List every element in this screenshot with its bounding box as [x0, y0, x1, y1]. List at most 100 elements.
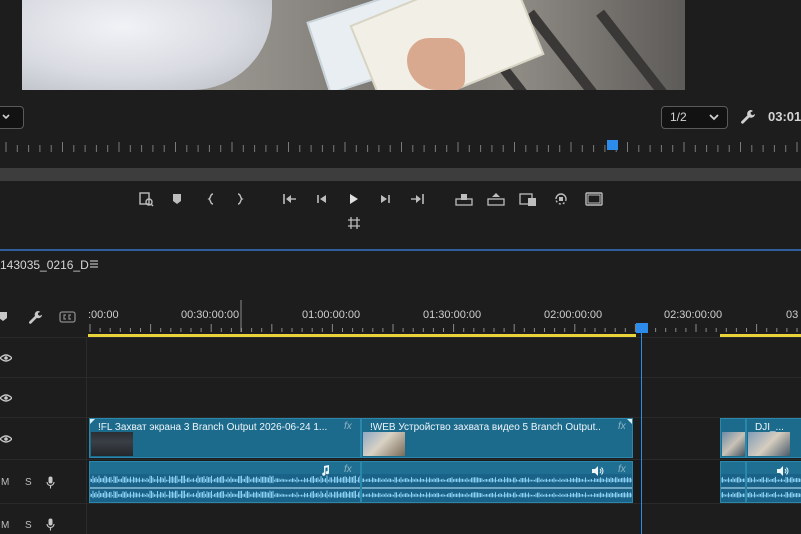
- solo-toggle[interactable]: S: [25, 520, 32, 531]
- video-clip[interactable]: !FL Захват экрана 3 Branch Output 2026-0…: [89, 418, 361, 458]
- comparison-view-icon: [585, 192, 603, 206]
- ruler-label: 02:00:00:00: [544, 309, 603, 321]
- settings-wrench-icon[interactable]: [740, 109, 756, 125]
- add-marker-button[interactable]: [168, 190, 186, 208]
- lift-button[interactable]: [455, 190, 473, 208]
- step-forward-icon: [381, 195, 390, 203]
- audio-track-a2[interactable]: M S: [0, 503, 801, 534]
- play-button[interactable]: [344, 190, 362, 208]
- track-header: M S: [0, 504, 87, 534]
- audio-clip[interactable]: fx: [361, 461, 633, 503]
- safe-margins-button[interactable]: [345, 214, 363, 232]
- video-track-v3[interactable]: [0, 337, 801, 377]
- add-marker-frame-button[interactable]: [137, 190, 155, 208]
- export-frame-icon: [519, 193, 536, 206]
- mute-toggle[interactable]: M: [1, 477, 9, 488]
- mute-toggle[interactable]: M: [1, 520, 9, 531]
- panel-divider[interactable]: [0, 249, 801, 251]
- sequence-tab[interactable]: 143035_0216_D: [0, 258, 89, 272]
- track-header: [0, 338, 87, 377]
- mark-out-icon: [237, 193, 244, 205]
- eye-icon[interactable]: [0, 434, 12, 444]
- fx-badge[interactable]: fx: [344, 421, 352, 432]
- extract-button[interactable]: [487, 190, 505, 208]
- captions-icon[interactable]: [59, 311, 76, 323]
- ruler-label: 03: [786, 309, 799, 321]
- export-frame-button[interactable]: [519, 190, 537, 208]
- timeline-playhead-line[interactable]: [641, 332, 642, 534]
- insert-button[interactable]: [552, 190, 570, 208]
- audio-clip[interactable]: [746, 461, 801, 503]
- audio-waveform: [747, 476, 801, 498]
- ruler-label: 00:30:00:00: [181, 309, 240, 321]
- speaker-icon: [777, 466, 789, 476]
- video-shirt: [22, 0, 272, 90]
- chevron-down-icon: [2, 114, 10, 120]
- clip-edge-marker: [90, 419, 95, 424]
- clip-thumbnail: [748, 432, 790, 456]
- ruler-label: :00:00: [88, 309, 119, 321]
- audio-waveform: [721, 476, 745, 498]
- timeline-playhead[interactable]: [636, 323, 648, 333]
- insert-icon: [555, 193, 567, 205]
- clip-edge-marker: [627, 419, 632, 424]
- monitor-playhead[interactable]: [607, 140, 618, 150]
- mark-out-button[interactable]: [231, 190, 249, 208]
- fx-badge[interactable]: fx: [618, 464, 626, 475]
- clip-thumbnail: [363, 432, 405, 456]
- eye-icon[interactable]: [0, 353, 12, 363]
- audio-clip[interactable]: [720, 461, 746, 503]
- go-to-in-button[interactable]: [281, 190, 299, 208]
- resolution-value: 1/2: [670, 110, 687, 124]
- audio-clip[interactable]: fx: [89, 461, 361, 503]
- video-clip[interactable]: !WEB Устройство захвата видео 5 Branch O…: [361, 418, 633, 458]
- ruler-label: 02:30:00:00: [664, 309, 723, 321]
- step-forward-button[interactable]: [376, 190, 394, 208]
- go-to-in-icon: [283, 194, 296, 204]
- clip-title: !FL Захват экрана 3 Branch Output 2026-0…: [98, 422, 328, 433]
- track-header: M S: [0, 460, 87, 503]
- microphone-icon[interactable]: [46, 476, 55, 489]
- premiere-workspace: 1/2 03:01 143035_0216_D:00:00 00:30:00:…: [0, 0, 801, 534]
- go-to-out-button[interactable]: [408, 190, 426, 208]
- step-back-icon: [317, 195, 326, 203]
- solo-toggle[interactable]: S: [25, 477, 32, 488]
- track-header: [0, 418, 87, 459]
- add-marker-timeline-icon[interactable]: [0, 311, 9, 323]
- playhead-timecode[interactable]: 03:01: [768, 109, 801, 124]
- audio-waveform: [362, 477, 632, 498]
- fx-badge[interactable]: fx: [618, 421, 626, 432]
- sequence-menu-button[interactable]: [89, 258, 99, 272]
- step-back-button[interactable]: [313, 190, 331, 208]
- lift-icon: [455, 194, 473, 206]
- zoom-level-select[interactable]: [0, 106, 24, 129]
- timeline-settings-wrench-icon[interactable]: [28, 310, 43, 325]
- playback-resolution-select[interactable]: 1/2: [661, 106, 728, 129]
- track-header: [0, 378, 87, 417]
- go-to-out-icon: [411, 194, 424, 204]
- comparison-view-button[interactable]: [584, 190, 604, 208]
- clip-thumbnail: [91, 432, 133, 456]
- marker-frame-icon: [139, 192, 154, 207]
- extract-icon: [487, 193, 505, 206]
- clip-thumbnail: [722, 432, 745, 456]
- video-clip[interactable]: DJI_...: [746, 418, 801, 458]
- microphone-icon[interactable]: [46, 518, 55, 531]
- marker-icon: [173, 194, 181, 204]
- safe-margins-icon: [348, 217, 360, 229]
- hamburger-menu-icon: [90, 260, 98, 268]
- video-track-v2[interactable]: [0, 377, 801, 417]
- video-shadow: [596, 9, 678, 90]
- eye-icon[interactable]: [0, 393, 12, 403]
- music-note-icon: [322, 465, 330, 476]
- ruler-label: 01:00:00:00: [302, 309, 361, 321]
- mark-in-button[interactable]: [202, 190, 220, 208]
- speaker-icon: [592, 466, 604, 476]
- program-monitor-video: [22, 0, 685, 90]
- monitor-zoom-scrollbar[interactable]: [0, 168, 801, 181]
- play-icon: [350, 194, 358, 204]
- video-clip[interactable]: [720, 418, 746, 458]
- fx-badge[interactable]: fx: [344, 464, 352, 475]
- monitor-time-ruler[interactable]: [0, 138, 801, 160]
- mark-in-icon: [207, 193, 214, 205]
